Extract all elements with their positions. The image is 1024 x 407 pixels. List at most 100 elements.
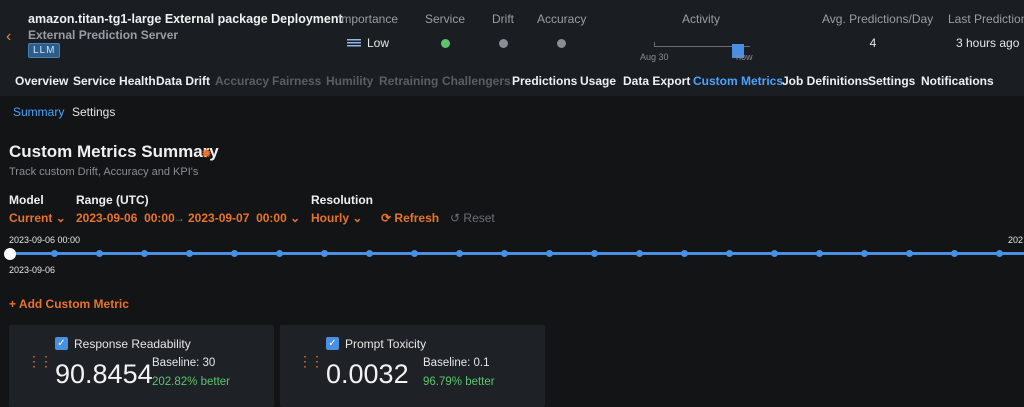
resolution-dropdown[interactable]: Hourly ⌄ [311,211,362,225]
activity-end-label: now [736,52,753,62]
timeline-point[interactable] [726,250,733,257]
service-column: Service [425,12,465,50]
drag-handle-icon[interactable]: ⋮⋮ [298,354,324,368]
range-start-picker[interactable]: 2023-09-06 00:00 [76,211,175,225]
timeline-point[interactable] [861,250,868,257]
tab-usage[interactable]: Usage [580,74,616,88]
chevron-down-icon: ⌄ [55,211,66,225]
page-description: Track custom Drift, Accuracy and KPI's [9,166,199,178]
tab-notifications[interactable]: Notifications [921,74,994,88]
timeline-track[interactable] [9,252,1024,255]
add-custom-metric-button[interactable]: + Add Custom Metric [9,297,129,311]
tab-retraining: Retraining [379,74,439,88]
timeline-point[interactable] [366,250,373,257]
range-end-picker[interactable]: 2023-09-07 00:00 ⌄ [188,211,300,225]
avg-predictions-value: 4 [869,36,877,50]
importance-icon [347,39,361,49]
metric-value: 90.8454 [55,359,153,389]
last-prediction-label: Last Prediction [948,12,1024,26]
activity-label: Activity [682,12,721,26]
tab-settings[interactable]: Settings [868,74,915,88]
reset-icon: ↺ [450,211,461,225]
metric-baseline: Baseline: 0.1 [423,357,490,369]
timeline-point[interactable] [546,250,553,257]
refresh-button[interactable]: ⟳ Refresh [381,211,439,225]
timeline-point[interactable] [51,250,58,257]
timeline-handle[interactable] [4,248,16,260]
timeline-point[interactable] [276,250,283,257]
checkbox-checked-icon[interactable]: ✓ [326,337,339,350]
tab-predictions[interactable]: Predictions [512,74,577,88]
timeline-end-label: 202 [1008,235,1024,245]
refresh-icon: ⟳ [381,211,392,225]
activity-start-label: Aug 30 [640,52,669,62]
tab-custom-metrics[interactable]: Custom Metrics [693,74,783,88]
timeline-point[interactable] [816,250,823,257]
deployment-tabs: Overview Service Health Data Drift Accur… [0,66,1024,96]
timeline-point[interactable] [231,250,238,257]
tab-accuracy: Accuracy [215,74,270,88]
service-status-icon[interactable] [440,39,450,49]
timeline-point[interactable] [141,250,148,257]
importance-column: Importance Low [338,12,398,50]
importance-label: Importance [338,12,399,26]
timeline-point[interactable] [591,250,598,257]
page-title: Custom Metrics Summary [9,142,219,161]
avg-predictions-label: Avg. Predictions/Day [822,12,934,26]
drift-status-icon[interactable] [498,39,508,49]
timeline-point[interactable] [771,250,778,257]
metric-baseline: Baseline: 30 [152,357,216,369]
deployment-title: amazon.titan-tg1-large External package … [28,12,343,26]
timeline-point[interactable] [996,250,1003,257]
tab-challengers: Challengers [442,74,511,88]
range-label: Range (UTC) [76,193,149,207]
resolution-label: Resolution [311,193,373,207]
reset-button[interactable]: ↺ Reset [450,211,495,225]
timeline-point[interactable] [906,250,913,257]
metric-name: Response Readability [74,337,191,351]
llm-badge: LLM [28,43,61,58]
timeline-point[interactable] [186,250,193,257]
timeline-point[interactable] [411,250,418,257]
metric-change: 96.79% better [423,376,495,388]
tab-data-drift[interactable]: Data Drift [156,74,210,88]
tab-service-health[interactable]: Service Health [73,74,156,88]
timeline-point[interactable] [321,250,328,257]
chevron-left-icon[interactable]: ‹ [6,28,11,46]
metric-name: Prompt Toxicity [345,337,427,351]
timeline-point[interactable] [96,250,103,257]
subtab-settings[interactable]: Settings [72,105,115,119]
last-prediction-value: 3 hours ago [956,36,1020,50]
chevron-down-icon: ⌄ [352,211,363,225]
deployment-subtitle: External Prediction Server [28,28,179,42]
gear-icon[interactable]: ✹ [201,146,212,162]
timeline-point[interactable] [951,250,958,257]
tab-data-export[interactable]: Data Export [623,74,690,88]
last-prediction-column: Last Prediction 3 hours ago [948,12,1024,50]
model-dropdown[interactable]: Current ⌄ [9,211,66,225]
timeline-point[interactable] [456,250,463,257]
tab-job-definitions[interactable]: Job Definitions [782,74,869,88]
checkbox-checked-icon[interactable]: ✓ [55,337,68,350]
timeline-point[interactable] [636,250,643,257]
drag-handle-icon[interactable]: ⋮⋮ [27,354,53,368]
accuracy-status-icon[interactable] [556,39,566,49]
activity-sparkline[interactable]: Activity Aug 30 now [640,12,764,64]
tab-fairness: Fairness [272,74,322,88]
chevron-down-icon: ⌄ [290,211,301,225]
timeline-point[interactable] [501,250,508,257]
tab-humility: Humility [326,74,374,88]
tab-overview[interactable]: Overview [15,74,68,88]
subtab-summary[interactable]: Summary [13,105,64,119]
timeline-point[interactable] [681,250,688,257]
deployment-header: ‹ amazon.titan-tg1-large External packag… [0,0,1024,66]
metric-value: 0.0032 [326,359,409,389]
metric-change: 202.82% better [152,376,231,388]
accuracy-label: Accuracy [537,12,587,26]
importance-value: Low [367,36,390,50]
model-label: Model [9,193,44,207]
service-label: Service [425,12,466,26]
arrow-right-icon: → [173,211,185,225]
timeline-start-label: 2023-09-06 00:00 [9,235,81,245]
timeline-bottom-label: 2023-09-06 [9,265,56,275]
